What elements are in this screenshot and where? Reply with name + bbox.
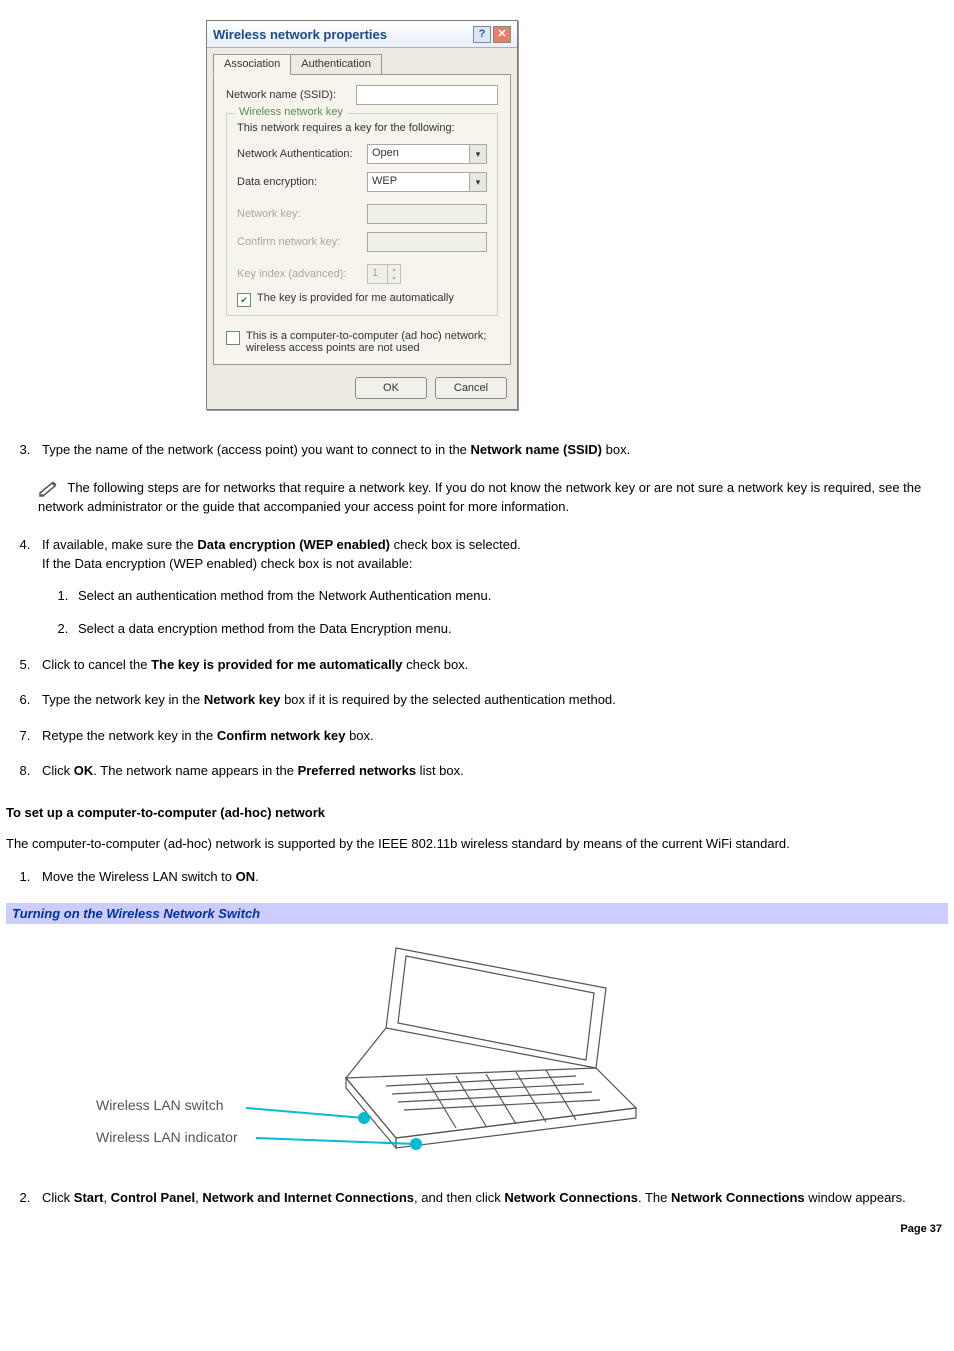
step-4-sublist: Select an authentication method from the…	[42, 586, 948, 639]
close-icon[interactable]: ✕	[493, 26, 511, 43]
auto-key-label: The key is provided for me automatically	[257, 292, 454, 304]
step-4: If available, make sure the Data encrypt…	[34, 535, 948, 639]
confirm-key-label: Confirm network key:	[237, 236, 367, 248]
page-number: Page 37	[6, 1223, 942, 1235]
keyidx-label: Key index (advanced):	[237, 268, 367, 280]
step-5: Click to cancel the The key is provided …	[34, 655, 948, 675]
step-3: Type the name of the network (access poi…	[34, 440, 948, 460]
auth-value: Open	[368, 145, 469, 163]
laptop-figure: Wireless LAN switch Wireless LAN indicat…	[6, 938, 948, 1158]
adhoc-label: This is a computer-to-computer (ad hoc) …	[246, 330, 498, 354]
wireless-key-legend: Wireless network key	[235, 106, 347, 118]
ssid-input[interactable]	[356, 85, 498, 105]
steps-list-b: If available, make sure the Data encrypt…	[6, 535, 948, 781]
ssid-label: Network name (SSID):	[226, 89, 356, 101]
auto-key-checkbox[interactable]: ✔	[237, 293, 251, 307]
enc-select[interactable]: WEP ▾	[367, 172, 487, 192]
keyidx-value: 1	[368, 265, 387, 283]
tab-association[interactable]: Association	[213, 54, 291, 75]
chevron-down-icon: ▾	[469, 145, 486, 163]
wireless-key-fieldset: Wireless network key This network requir…	[226, 113, 498, 316]
tab-row: Association Authentication	[207, 48, 517, 75]
adhoc-heading: To set up a computer-to-computer (ad-hoc…	[6, 805, 948, 820]
enc-label: Data encryption:	[237, 176, 367, 188]
adhoc-steps-a: Move the Wireless LAN switch to ON.	[6, 867, 948, 887]
auto-key-row[interactable]: ✔ The key is provided for me automatical…	[237, 292, 487, 307]
adhoc-steps-b: Click Start, Control Panel, Network and …	[6, 1188, 948, 1208]
keyidx-spinner: 1 ▴▾	[367, 264, 401, 284]
help-icon[interactable]: ?	[473, 26, 491, 43]
chevron-down-icon: ▾	[469, 173, 486, 191]
adhoc-step-1: Move the Wireless LAN switch to ON.	[34, 867, 948, 887]
step-6: Type the network key in the Network key …	[34, 690, 948, 710]
note-block: The following steps are for networks tha…	[38, 478, 948, 517]
fig-switch-label: Wireless LAN switch	[96, 1097, 224, 1113]
tab-body: Network name (SSID): Wireless network ke…	[213, 74, 511, 365]
ok-button[interactable]: OK	[355, 377, 427, 399]
adhoc-row[interactable]: ✔ This is a computer-to-computer (ad hoc…	[226, 330, 498, 354]
wireless-key-intro: This network requires a key for the foll…	[237, 122, 487, 134]
step-4-1: Select an authentication method from the…	[72, 586, 948, 606]
laptop-illustration: Wireless LAN switch Wireless LAN indicat…	[96, 938, 656, 1158]
adhoc-step-2: Click Start, Control Panel, Network and …	[34, 1188, 948, 1208]
confirm-key-input	[367, 232, 487, 252]
auth-label: Network Authentication:	[237, 148, 367, 160]
adhoc-checkbox[interactable]: ✔	[226, 331, 240, 345]
dialog-titlebar: Wireless network properties ? ✕	[207, 21, 517, 48]
wireless-properties-dialog: Wireless network properties ? ✕ Associat…	[206, 20, 518, 410]
netkey-input	[367, 204, 487, 224]
step-8: Click OK. The network name appears in th…	[34, 761, 948, 781]
note-text: The following steps are for networks tha…	[38, 480, 921, 515]
step-7: Retype the network key in the Confirm ne…	[34, 726, 948, 746]
step-4-2: Select a data encryption method from the…	[72, 619, 948, 639]
cancel-button[interactable]: Cancel	[435, 377, 507, 399]
fig-indicator-label: Wireless LAN indicator	[96, 1129, 238, 1145]
dialog-title-text: Wireless network properties	[213, 27, 387, 42]
adhoc-para: The computer-to-computer (ad-hoc) networ…	[6, 834, 948, 854]
auth-select[interactable]: Open ▾	[367, 144, 487, 164]
figure-caption: Turning on the Wireless Network Switch	[6, 903, 948, 924]
note-icon	[38, 480, 67, 495]
tab-authentication[interactable]: Authentication	[291, 54, 382, 75]
dialog-figure: Wireless network properties ? ✕ Associat…	[6, 20, 948, 410]
enc-value: WEP	[368, 173, 469, 191]
netkey-label: Network key:	[237, 208, 367, 220]
steps-list-a: Type the name of the network (access poi…	[6, 440, 948, 460]
